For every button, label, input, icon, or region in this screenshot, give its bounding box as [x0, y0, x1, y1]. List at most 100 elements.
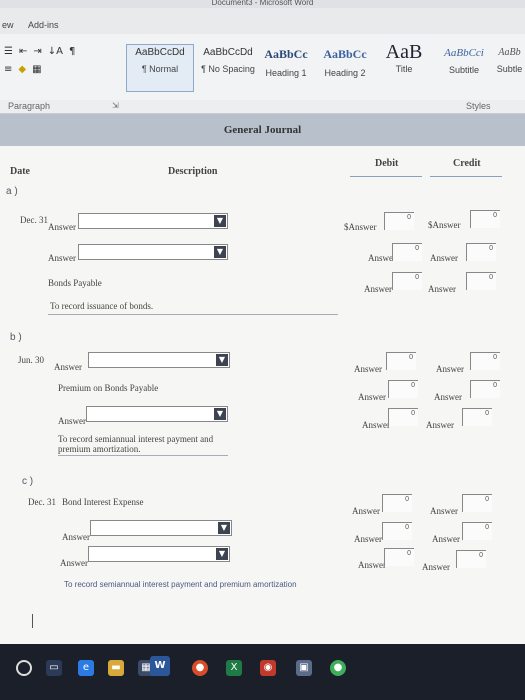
debit-input[interactable]: 0 [392, 272, 422, 290]
text-cursor [32, 614, 33, 628]
chevron-down-icon[interactable]: ▼ [214, 215, 226, 227]
document-area: General Journal Date Description Debit C… [0, 114, 525, 644]
amount-value: 0 [415, 245, 419, 252]
style-sample: AaBb [498, 47, 521, 58]
dialog-launcher-icon[interactable]: ⇲ [112, 101, 119, 110]
style-label: Subtle [496, 64, 523, 74]
account-name: Bonds Payable [48, 278, 102, 288]
style-heading-1[interactable]: AaBbCc Heading 1 [256, 44, 316, 92]
style-sample: AaBbCc [323, 47, 367, 61]
account-select[interactable]: ▼ [86, 406, 228, 422]
debit-input[interactable]: 0 [392, 243, 422, 261]
credit-input[interactable]: 0 [470, 352, 500, 370]
chevron-down-icon[interactable]: ▼ [214, 246, 226, 258]
style-title[interactable]: AaB Title [376, 41, 432, 92]
debit-input[interactable]: 0 [384, 212, 414, 230]
col-description: Description [168, 166, 218, 177]
sort-icon[interactable]: ↓A [48, 46, 63, 57]
style-heading-2[interactable]: AaBbCc Heading 2 [314, 44, 376, 92]
style-no-spacing[interactable]: AaBbCcDd ¶ No Spacing [194, 44, 262, 92]
debit-input[interactable]: 0 [382, 522, 412, 540]
list-icon[interactable]: ☰ [4, 46, 13, 57]
debit-answer-label: Answer [354, 364, 382, 374]
tab-view[interactable]: ew [2, 20, 14, 30]
account-name: Bond Interest Expense [62, 497, 144, 507]
pilcrow-icon[interactable]: ¶ [69, 46, 75, 57]
section-c-date: Dec. 31 [28, 497, 56, 507]
credit-input[interactable]: 0 [456, 550, 486, 568]
col-debit: Debit [375, 158, 399, 169]
amount-value: 0 [415, 274, 419, 281]
app-icon[interactable]: ● [330, 660, 346, 676]
amount-value: 0 [411, 410, 415, 417]
style-subtle[interactable]: AaBb Subtle [492, 44, 525, 92]
app-icon[interactable]: ◉ [260, 660, 276, 676]
ribbon-tabs: ew Add-ins [0, 18, 525, 32]
credit-input[interactable]: 0 [466, 272, 496, 290]
chrome-icon[interactable]: ● [192, 660, 208, 676]
borders-icon[interactable]: ▦ [32, 64, 41, 75]
chevron-down-icon[interactable]: ▼ [214, 408, 226, 420]
amount-value: 0 [407, 214, 411, 221]
increase-indent-icon[interactable]: ⇥ [33, 46, 41, 57]
excel-icon[interactable]: X [226, 660, 242, 676]
account-select[interactable]: ▼ [78, 213, 228, 229]
search-icon[interactable] [16, 660, 32, 676]
account-select[interactable]: ▼ [88, 352, 230, 368]
align-icon[interactable]: ≡ [4, 64, 12, 75]
chevron-down-icon[interactable]: ▼ [216, 354, 228, 366]
section-c-label: c ) [22, 476, 34, 487]
note-underline [48, 314, 338, 315]
entry-note: premium amortization. [58, 444, 141, 454]
account-select[interactable]: ▼ [90, 520, 232, 536]
tab-add-ins[interactable]: Add-ins [28, 20, 59, 30]
window-title: Document3 - Microsoft Word [0, 0, 525, 8]
folder-icon[interactable]: ▬ [108, 660, 124, 676]
debit-answer-label: Answer [362, 420, 390, 430]
debit-answer-label: Answer [352, 506, 380, 516]
shading-icon[interactable]: ◆ [18, 64, 26, 75]
debit-input[interactable]: 0 [384, 548, 414, 566]
ribbon: ☰ ⇤ ⇥ ↓A ¶ ≡ ◆ ▦ AaBbCcDd ¶ Normal AaBbC… [0, 34, 525, 101]
debit-input[interactable]: 0 [388, 380, 418, 398]
answer-label: Answer [58, 416, 86, 426]
debit-input[interactable]: 0 [386, 352, 416, 370]
amount-value: 0 [405, 496, 409, 503]
debit-underline [350, 176, 422, 177]
debit-input[interactable]: 0 [388, 408, 418, 426]
app-icon[interactable]: ▣ [296, 660, 312, 676]
decrease-indent-icon[interactable]: ⇤ [19, 46, 27, 57]
credit-answer-label: Answer [432, 534, 460, 544]
entry-note: To record issuance of bonds. [50, 301, 154, 311]
edge-icon[interactable]: e [78, 660, 94, 676]
task-view-icon[interactable]: ▭ [46, 660, 62, 676]
account-name: Premium on Bonds Payable [58, 383, 159, 393]
amount-value: 0 [493, 212, 497, 219]
debit-answer-label: $Answer [344, 222, 377, 232]
amount-value: 0 [485, 524, 489, 531]
account-select[interactable]: ▼ [88, 546, 230, 562]
amount-value: 0 [407, 550, 411, 557]
credit-input[interactable]: 0 [462, 408, 492, 426]
debit-answer-label: Answer [354, 534, 382, 544]
credit-input[interactable]: 0 [470, 210, 500, 228]
word-icon[interactable]: W [150, 656, 170, 676]
amount-value: 0 [479, 552, 483, 559]
style-subtitle[interactable]: AaBbCci Subtitle [434, 44, 494, 92]
debit-answer-label: Answer [364, 284, 392, 294]
account-select[interactable]: ▼ [78, 244, 228, 260]
chevron-down-icon[interactable]: ▼ [218, 522, 230, 534]
answer-label: Answer [54, 362, 82, 372]
amount-value: 0 [411, 382, 415, 389]
paragraph-tools: ☰ ⇤ ⇥ ↓A ¶ ≡ ◆ ▦ [4, 42, 119, 78]
credit-input[interactable]: 0 [462, 494, 492, 512]
style-normal[interactable]: AaBbCcDd ¶ Normal [126, 44, 194, 92]
debit-input[interactable]: 0 [382, 494, 412, 512]
credit-input[interactable]: 0 [462, 522, 492, 540]
entry-note: To record semiannual interest payment an… [64, 580, 297, 589]
credit-input[interactable]: 0 [466, 243, 496, 261]
chevron-down-icon[interactable]: ▼ [216, 548, 228, 560]
section-b-date: Jun. 30 [18, 355, 45, 365]
credit-input[interactable]: 0 [470, 380, 500, 398]
entry-note: To record semiannual interest payment an… [58, 434, 214, 444]
